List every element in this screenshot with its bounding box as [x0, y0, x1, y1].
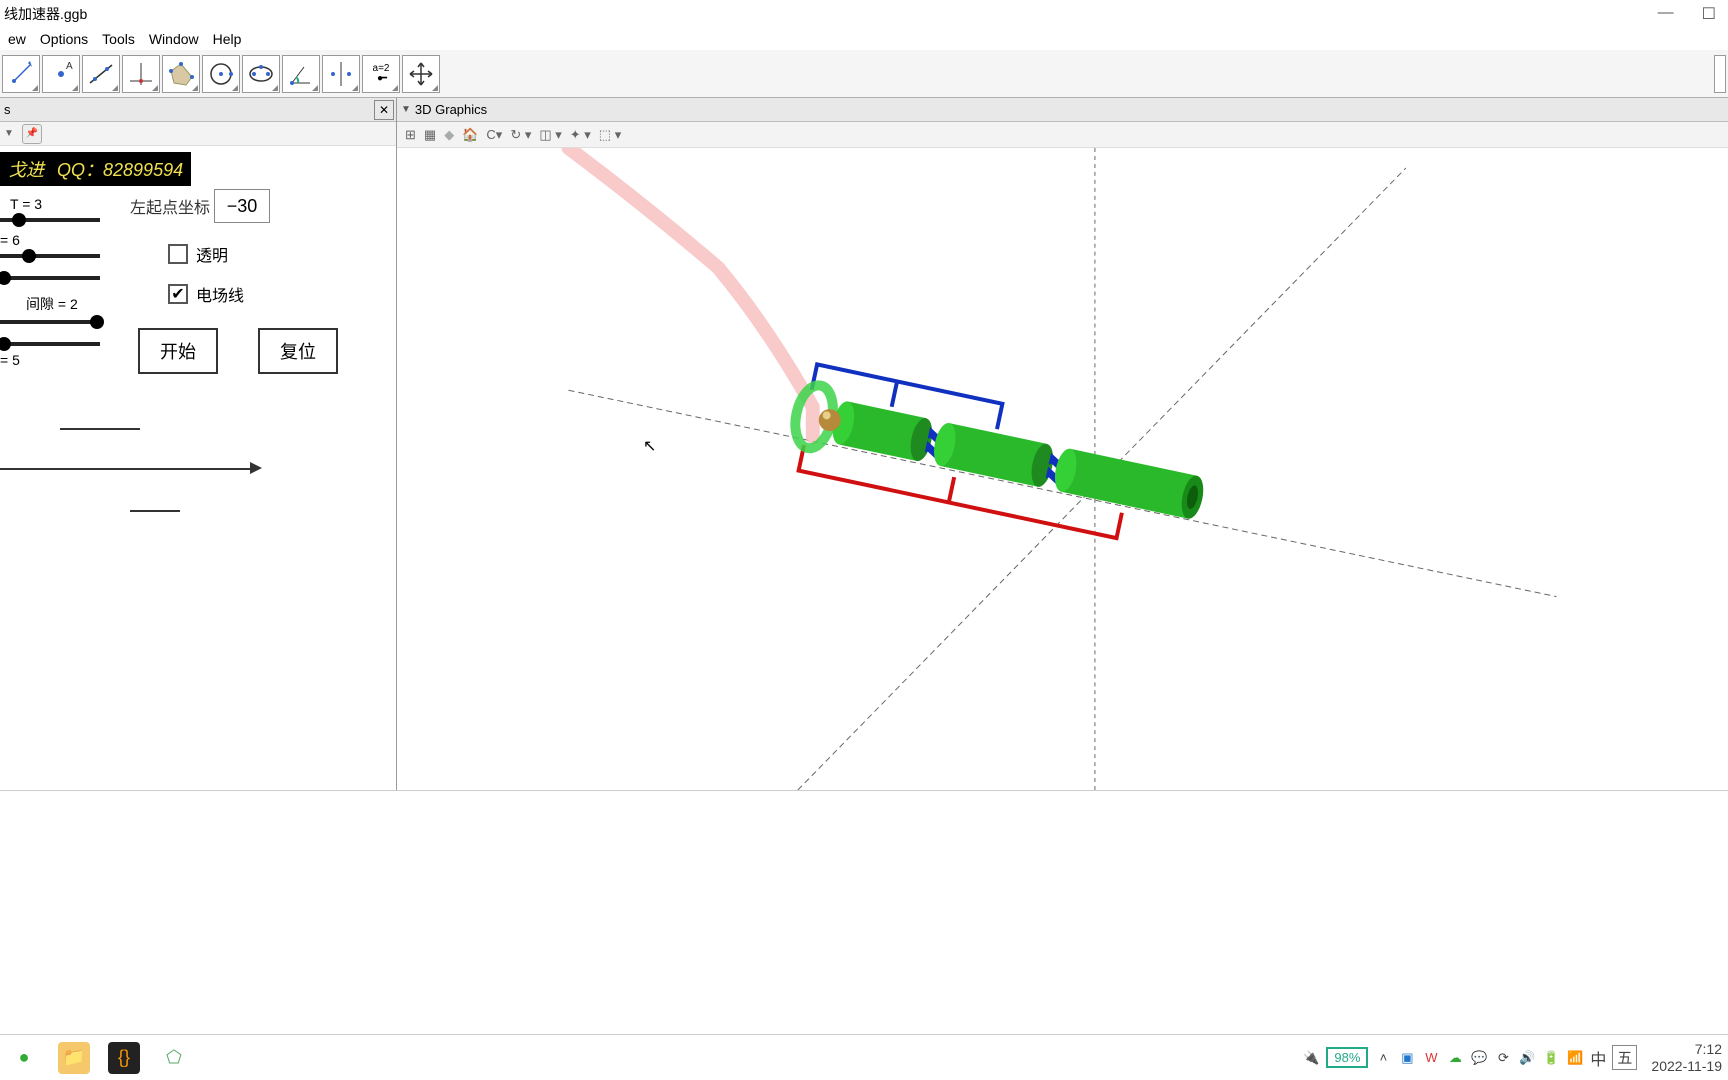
menu-window[interactable]: Window [143, 29, 205, 49]
tray-ime-wu[interactable]: 五 [1612, 1045, 1637, 1070]
checkbox-transparent-label: 透明 [196, 242, 228, 266]
tray-datetime[interactable]: 7:12 2022-11-19 [1651, 1041, 1722, 1075]
start-coord-label: 左起点坐标 [130, 194, 210, 218]
tool-move[interactable] [2, 55, 40, 93]
tray-chevron-up-icon[interactable]: ˄ [1374, 1050, 1392, 1065]
tool-move-view[interactable] [402, 55, 440, 93]
start-button[interactable]: 开始 [138, 328, 218, 374]
tool-home-icon[interactable]: 🏠 [462, 127, 478, 143]
menu-tools[interactable]: Tools [96, 29, 141, 49]
3d-view-panel: ▼ 3D Graphics ⊞ ▦ ◆ 🏠 C▾ ↻ ▾ ◫ ▾ ✦ ▾ ⬚ ▾ [397, 98, 1728, 790]
tray-power-icon[interactable]: 🔌 [1302, 1050, 1320, 1066]
tray-app-icon[interactable]: ▣ [1398, 1050, 1416, 1066]
taskbar-wechat-icon[interactable]: ● [8, 1042, 40, 1074]
titlebar: 线加速器.ggb — ☐ [0, 0, 1728, 28]
window-title: 线加速器.ggb [4, 4, 87, 24]
tool-perpendicular[interactable] [122, 55, 160, 93]
tool-axes-icon[interactable]: ⊞ [405, 127, 416, 143]
taskbar-geogebra-icon[interactable]: ⬠ [158, 1042, 190, 1074]
toolbar: A a=2●━ [0, 50, 1728, 98]
tool-plane-icon[interactable]: ◆ [444, 127, 454, 143]
svg-text:A: A [66, 61, 73, 72]
slider-gap[interactable] [0, 320, 100, 324]
slider-unnamed[interactable] [0, 276, 100, 280]
tray-sync-icon[interactable]: ⟳ [1494, 1050, 1512, 1066]
diagram-vector [0, 408, 388, 528]
tool-angle[interactable] [282, 55, 320, 93]
tool-circle[interactable] [202, 55, 240, 93]
tray-cloud-icon[interactable]: ☁ [1446, 1050, 1464, 1066]
slider-6[interactable] [0, 254, 100, 258]
tool-capture-icon[interactable]: C▾ [486, 127, 502, 143]
3d-toolbar: ⊞ ▦ ◆ 🏠 C▾ ↻ ▾ ◫ ▾ ✦ ▾ ⬚ ▾ [397, 122, 1728, 148]
taskbar-explorer-icon[interactable]: 📁 [58, 1042, 90, 1074]
tray-wps-icon[interactable]: W [1422, 1050, 1440, 1065]
tool-projection-icon[interactable]: ✦ ▾ [570, 127, 591, 143]
tool-clip-icon[interactable]: ◫ ▾ [539, 127, 561, 143]
menu-options[interactable]: Options [34, 29, 94, 49]
tray-ime-zh[interactable]: 中 [1590, 1046, 1606, 1070]
side-panel-close-button[interactable]: ✕ [374, 100, 394, 120]
3d-scene [397, 148, 1728, 790]
maximize-button[interactable]: ☐ [1702, 4, 1716, 24]
side-panel: s ✕ ▼ 📌 戈进 QQ：82899594 T = 3 = 6 [0, 98, 397, 790]
toolbar-overflow[interactable] [1714, 55, 1726, 93]
menubar: ew Options Tools Window Help [0, 28, 1728, 50]
tool-grid-icon[interactable]: ▦ [424, 127, 436, 143]
tool-rotate-icon[interactable]: ↻ ▾ [510, 127, 531, 143]
checkbox-fieldlines-label: 电场线 [196, 282, 244, 306]
start-coord-input[interactable] [214, 189, 270, 223]
author-banner: 戈进 QQ：82899594 [0, 152, 191, 186]
tool-polygon[interactable] [162, 55, 200, 93]
reset-button[interactable]: 复位 [258, 328, 338, 374]
3d-canvas[interactable]: ↖ [397, 148, 1728, 790]
slider-T[interactable] [0, 218, 100, 222]
tool-conic[interactable] [242, 55, 280, 93]
tray-chat-icon[interactable]: 💬 [1470, 1050, 1488, 1066]
taskbar-app1-icon[interactable]: {} [108, 1042, 140, 1074]
tool-view-icon[interactable]: ⬚ ▾ [599, 127, 621, 143]
pin-button[interactable]: 📌 [22, 124, 42, 144]
tray-battery[interactable]: 98% [1326, 1047, 1368, 1068]
tool-point[interactable]: A [42, 55, 80, 93]
menu-help[interactable]: Help [207, 29, 248, 49]
tool-slider[interactable]: a=2●━ [362, 55, 400, 93]
checkbox-fieldlines[interactable]: ✔ [168, 284, 188, 304]
tray-wifi-icon[interactable]: 📶 [1566, 1050, 1584, 1066]
tool-reflect[interactable] [322, 55, 360, 93]
minimize-button[interactable]: — [1658, 4, 1674, 24]
taskbar: ● 📁 {} ⬠ 🔌 98% ˄ ▣ W ☁ 💬 ⟳ 🔊 🔋 📶 中 五 7:1… [0, 1034, 1728, 1080]
tray-volume-icon[interactable]: 🔊 [1518, 1050, 1536, 1066]
slider-5[interactable] [0, 342, 100, 346]
tray-battery-icon[interactable]: 🔋 [1542, 1050, 1560, 1066]
menu-view[interactable]: ew [2, 29, 32, 49]
side-panel-title: s [4, 102, 11, 117]
checkbox-transparent[interactable] [168, 244, 188, 264]
3d-view-title: 3D Graphics [415, 102, 487, 117]
tool-line[interactable] [82, 55, 120, 93]
